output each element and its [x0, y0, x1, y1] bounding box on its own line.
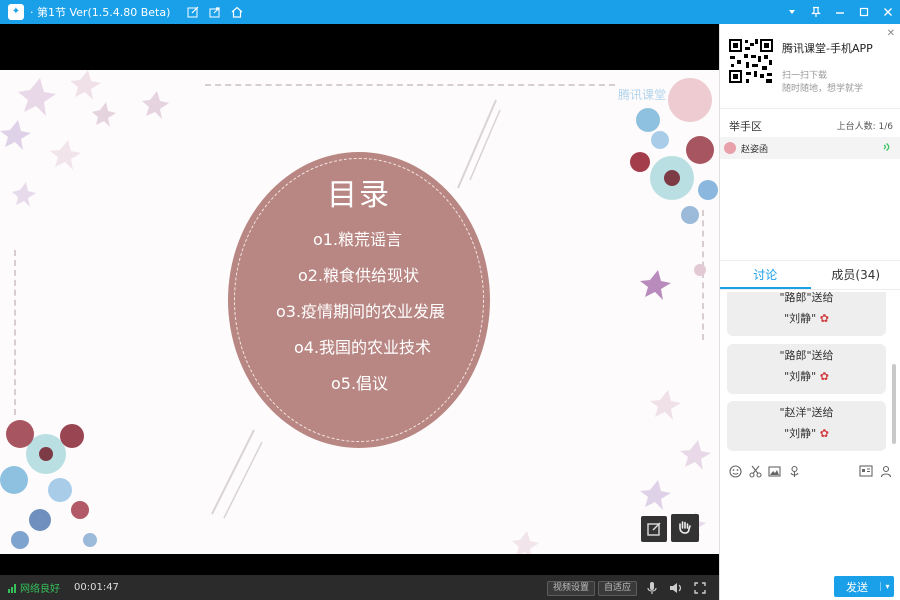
- send-label: 发送: [846, 580, 868, 594]
- user-settings-icon[interactable]: [878, 463, 894, 479]
- on-stage-count: 上台人数: 1/6: [836, 122, 893, 132]
- dropdown-icon[interactable]: [780, 0, 804, 24]
- qr-code: [728, 38, 774, 84]
- raise-hand-button[interactable]: [671, 514, 699, 542]
- fullscreen-slide-button[interactable]: [641, 516, 667, 542]
- pin-icon[interactable]: [804, 0, 828, 24]
- rose-icon: ✿: [816, 370, 829, 383]
- chat-message-text: "路郎"送给: [779, 292, 834, 304]
- home-icon[interactable]: [226, 0, 248, 24]
- network-label: 网络良好: [20, 584, 60, 595]
- toc-item: o4.我国的农业技术: [294, 338, 432, 357]
- card-icon[interactable]: [858, 463, 874, 479]
- side-panel: ✕ 腾讯课堂-手机APP 扫一扫下载 随时随地，想学就学 举手区 上台人数: 1…: [719, 24, 900, 600]
- scissors-icon[interactable]: [747, 463, 763, 479]
- hand-icon: [679, 521, 691, 534]
- speaker-icon[interactable]: [668, 580, 684, 596]
- chat-message-text: "路郎"送给: [779, 349, 834, 362]
- recipient-name: "刘静": [784, 312, 817, 325]
- network-status: 网络良好: [8, 580, 60, 595]
- recipient-name: "刘静": [784, 370, 817, 383]
- toc-item: o5.倡议: [331, 374, 389, 393]
- avatar: [724, 142, 736, 154]
- share-icon[interactable]: [204, 0, 226, 24]
- fullscreen-icon[interactable]: [692, 580, 708, 596]
- raise-hand-area: 举手区 上台人数: 1/6 赵姿函: [720, 108, 900, 256]
- video-stage: 腾讯课堂 目录 o1.粮荒谣言 o2.粮食供给现状 o3.疫情期间的农业发展 o…: [0, 24, 719, 575]
- edit-icon[interactable]: [182, 0, 204, 24]
- chat-message: "路郎"送给 "刘静" ✿: [727, 292, 886, 336]
- window-title: · 第1节 Ver(1.5.4.80 Beta): [30, 6, 171, 19]
- chat-message-text: "赵洋"送给: [779, 406, 834, 419]
- toc-circle: 目录 o1.粮荒谣言 o2.粮食供给现状 o3.疫情期间的农业发展 o4.我国的…: [228, 152, 490, 448]
- tab-members[interactable]: 成员(34): [811, 261, 900, 289]
- rose-icon: ✿: [816, 312, 829, 325]
- flower-gift-icon[interactable]: [786, 463, 802, 479]
- chat-scrollbar[interactable]: [892, 364, 896, 444]
- edit-square-icon: [647, 522, 661, 536]
- app-logo-icon: ✦: [8, 4, 24, 20]
- minimize-icon[interactable]: [828, 0, 852, 24]
- auto-adapt-button[interactable]: 自适应: [598, 581, 638, 596]
- image-icon[interactable]: [766, 463, 782, 479]
- audio-level-icon: [881, 142, 891, 155]
- chat-list: "路郎"送给 "刘静" ✿ "路郎"送给 "刘静" ✿ "赵洋"送给 "刘静" …: [720, 292, 900, 458]
- microphone-icon[interactable]: [644, 580, 660, 596]
- send-button[interactable]: 发送 ▾: [834, 576, 894, 597]
- toc-item: o3.疫情期间的农业发展: [276, 302, 446, 321]
- chat-message-recipient: "刘静" ✿: [727, 310, 886, 326]
- rose-icon: ✿: [816, 427, 829, 440]
- chat-message-recipient: "刘静" ✿: [727, 425, 886, 441]
- chat-message-recipient: "刘静" ✿: [727, 368, 886, 384]
- slide: 腾讯课堂 目录 o1.粮荒谣言 o2.粮食供给现状 o3.疫情期间的农业发展 o…: [0, 70, 719, 554]
- panel-tabs: 讨论 成员(34): [720, 260, 900, 290]
- emoji-icon[interactable]: [727, 463, 743, 479]
- raised-hand-user-name: 赵姿函: [741, 144, 769, 155]
- panel-close-icon[interactable]: ✕: [887, 28, 895, 39]
- slide-watermark: 腾讯课堂: [618, 88, 667, 102]
- chat-message: "路郎"送给 "刘静" ✿: [727, 344, 886, 394]
- close-icon[interactable]: [876, 0, 900, 24]
- chat-toolbar: [720, 460, 900, 482]
- raise-hand-title: 举手区: [729, 120, 762, 133]
- maximize-icon[interactable]: [852, 0, 876, 24]
- scan-subtext: 随时随地，想学就学: [782, 84, 864, 94]
- toc-item: o1.粮荒谣言: [313, 230, 403, 249]
- toc-title: 目录: [327, 178, 391, 213]
- video-settings-button[interactable]: 视频设置: [547, 581, 596, 596]
- tab-discussion[interactable]: 讨论: [720, 261, 811, 289]
- bottom-bar: 网络良好 00:01:47 视频设置 自适应: [0, 575, 719, 600]
- app-download-title: 腾讯课堂-手机APP: [782, 42, 873, 55]
- title-bar: ✦ · 第1节 Ver(1.5.4.80 Beta): [0, 0, 900, 24]
- toc-item: o2.粮食供给现状: [298, 266, 420, 285]
- scan-text: 扫一扫下载: [782, 71, 828, 81]
- recipient-name: "刘静": [784, 427, 817, 440]
- signal-icon: [8, 583, 16, 593]
- send-options-icon[interactable]: ▾: [880, 582, 894, 591]
- class-timer: 00:01:47: [74, 582, 119, 593]
- raised-hand-user[interactable]: 赵姿函: [720, 137, 900, 159]
- chat-message: "赵洋"送给 "刘静" ✿: [727, 401, 886, 451]
